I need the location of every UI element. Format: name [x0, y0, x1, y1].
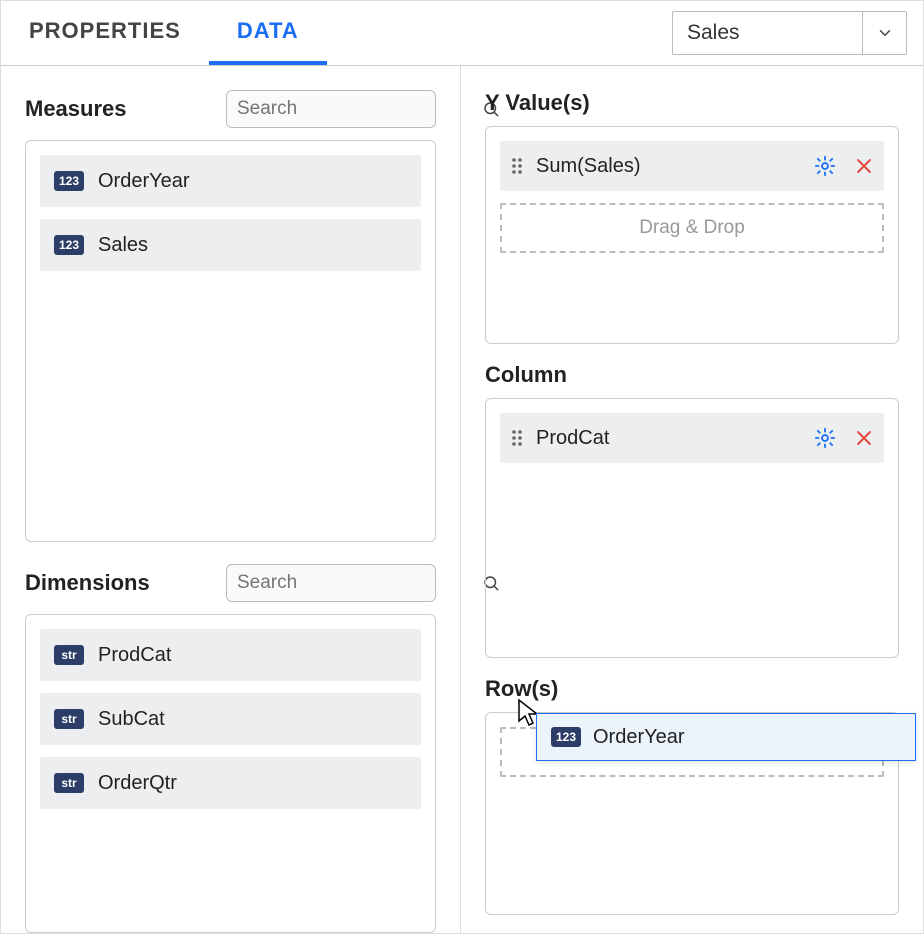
measure-chip[interactable]: Sum(Sales) — [500, 141, 884, 191]
drop-hint[interactable]: Drag & Drop — [500, 203, 884, 253]
dimensions-header: Dimensions — [25, 564, 436, 602]
field-label: ProdCat — [98, 644, 171, 667]
field-label: SubCat — [98, 708, 165, 731]
field-label: OrderYear — [98, 170, 190, 193]
drag-ghost-label: OrderYear — [593, 726, 685, 749]
dimensions-list: str ProdCat str SubCat str OrderQtr — [25, 614, 436, 933]
measures-search[interactable] — [226, 90, 436, 128]
string-type-icon: str — [54, 773, 84, 793]
field-label: OrderQtr — [98, 772, 177, 795]
yvalues-dropzone[interactable]: Sum(Sales) Drag & Drop — [485, 126, 899, 344]
tab-properties[interactable]: PROPERTIES — [1, 1, 209, 65]
datasource-selected-label: Sales — [673, 21, 862, 45]
measures-search-input[interactable] — [237, 98, 482, 120]
field-item[interactable]: str OrderQtr — [40, 757, 421, 809]
numeric-type-icon: 123 — [54, 235, 84, 255]
rows-dropzone[interactable]: Drag & Drop 123 OrderYear — [485, 712, 899, 915]
yvalues-title: Y Value(s) — [485, 90, 899, 116]
numeric-type-icon: 123 — [54, 171, 84, 191]
tab-data[interactable]: DATA — [209, 1, 327, 65]
rows-title: Row(s) — [485, 676, 899, 702]
string-type-icon: str — [54, 645, 84, 665]
left-pane: Measures 123 OrderYear 123 Sales — [1, 66, 461, 933]
chevron-down-icon — [862, 12, 906, 54]
measures-title: Measures — [25, 96, 127, 122]
column-dropzone[interactable]: ProdCat — [485, 398, 899, 658]
numeric-type-icon: 123 — [551, 727, 581, 747]
measures-list: 123 OrderYear 123 Sales — [25, 140, 436, 542]
top-bar: PROPERTIES DATA Sales — [1, 1, 923, 66]
drag-ghost[interactable]: 123 OrderYear — [536, 713, 916, 761]
right-pane: Y Value(s) Sum(Sales) Drag & Drop Colu — [461, 66, 923, 933]
main-area: Measures 123 OrderYear 123 Sales — [1, 66, 923, 933]
field-item[interactable]: str ProdCat — [40, 629, 421, 681]
field-item[interactable]: str SubCat — [40, 693, 421, 745]
dimensions-search[interactable] — [226, 564, 436, 602]
panel-root: PROPERTIES DATA Sales Measures — [0, 0, 924, 934]
gear-icon[interactable] — [814, 155, 836, 177]
datasource-select[interactable]: Sales — [672, 11, 907, 55]
field-item[interactable]: 123 Sales — [40, 219, 421, 271]
field-label: Sales — [98, 234, 148, 257]
dimensions-title: Dimensions — [25, 570, 150, 596]
column-title: Column — [485, 362, 899, 388]
drag-handle-icon[interactable] — [510, 156, 524, 176]
field-item[interactable]: 123 OrderYear — [40, 155, 421, 207]
measures-header: Measures — [25, 90, 436, 128]
dimension-chip[interactable]: ProdCat — [500, 413, 884, 463]
gear-icon[interactable] — [814, 427, 836, 449]
close-icon[interactable] — [854, 156, 874, 176]
string-type-icon: str — [54, 709, 84, 729]
drag-handle-icon[interactable] — [510, 428, 524, 448]
chip-label: ProdCat — [534, 427, 804, 450]
chip-label: Sum(Sales) — [534, 155, 804, 178]
dimensions-search-input[interactable] — [237, 572, 482, 594]
tab-strip: PROPERTIES DATA — [1, 1, 327, 65]
close-icon[interactable] — [854, 428, 874, 448]
